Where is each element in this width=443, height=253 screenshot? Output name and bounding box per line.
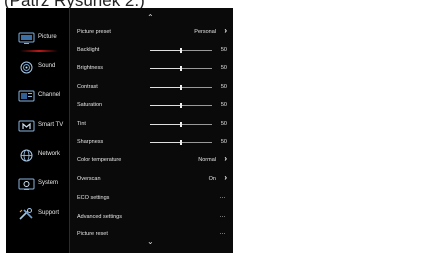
- slider-handle[interactable]: [180, 122, 182, 127]
- chevron-right-icon: ›: [224, 154, 227, 163]
- speaker-icon: [18, 61, 35, 74]
- setting-value: Normal: [198, 157, 216, 163]
- sidebar-item-picture[interactable]: Picture: [6, 29, 65, 52]
- sidebar-item-channel[interactable]: Channel: [6, 87, 65, 109]
- sidebar-item-label: System: [38, 180, 59, 186]
- sidebar-item-label: Picture: [38, 34, 57, 40]
- support-tools-icon: [18, 208, 35, 221]
- slider-track[interactable]: [150, 66, 212, 71]
- setting-row-contrast[interactable]: Contrast 50: [70, 80, 233, 98]
- setting-value: Personal: [194, 29, 216, 35]
- setting-label: Contrast: [77, 84, 98, 90]
- setting-row-color-temperature[interactable]: Color temperature Normal ›: [70, 153, 233, 171]
- slider-value: 50: [220, 84, 227, 90]
- sidebar-item-label: Smart TV: [38, 122, 64, 128]
- settings-sidebar: Picture Sound Channel Smart TV Network S…: [6, 8, 65, 253]
- slider-handle[interactable]: [180, 48, 182, 53]
- picture-icon: [18, 32, 35, 45]
- slider-fill: [150, 50, 181, 51]
- channel-icon: [18, 90, 35, 103]
- sidebar-item-smart-tv[interactable]: Smart TV: [6, 117, 65, 139]
- chevron-right-icon: ›: [224, 173, 227, 182]
- sidebar-item-label: Channel: [38, 92, 61, 98]
- sidebar-item-label: Network: [38, 151, 61, 157]
- slider-value: 50: [220, 121, 227, 127]
- setting-row-eco-settings[interactable]: ECO settings ...: [70, 191, 233, 209]
- setting-label: Color temperature: [77, 157, 122, 163]
- sidebar-item-support[interactable]: Support: [6, 205, 65, 227]
- scroll-up-chevron-icon[interactable]: ⌃: [147, 14, 154, 22]
- setting-label: Overscan: [77, 176, 101, 182]
- slider-track[interactable]: [150, 48, 212, 53]
- setting-row-backlight[interactable]: Backlight 50: [70, 43, 233, 61]
- setting-label: Backlight: [77, 47, 100, 53]
- setting-row-sharpness[interactable]: Sharpness 50: [70, 135, 233, 153]
- slider-value: 50: [220, 102, 227, 108]
- setting-value: On: [208, 176, 216, 182]
- setting-label: Sharpness: [77, 139, 104, 145]
- setting-label: ECO settings: [77, 195, 110, 201]
- chevron-right-icon: ›: [224, 26, 227, 35]
- sidebar-item-label: Sound: [38, 63, 56, 69]
- slider-fill: [150, 87, 181, 88]
- picture-settings-panel: ⌃ Picture preset Personal › Backlight 50…: [70, 8, 233, 253]
- setting-row-saturation[interactable]: Saturation 50: [70, 98, 233, 116]
- slider-fill: [150, 142, 181, 143]
- slider-track[interactable]: [150, 140, 212, 145]
- slider-fill: [150, 105, 181, 106]
- sidebar-item-sound[interactable]: Sound: [6, 58, 65, 80]
- slider-track[interactable]: [150, 85, 212, 90]
- slider-value: 50: [220, 47, 227, 53]
- setting-row-overscan[interactable]: Overscan On ›: [70, 172, 233, 190]
- slider-track[interactable]: [150, 122, 212, 127]
- sidebar-item-label: Support: [38, 210, 60, 216]
- globe-icon: [18, 149, 35, 162]
- system-icon: [18, 178, 35, 191]
- slider-track[interactable]: [150, 103, 212, 108]
- slider-handle[interactable]: [180, 140, 182, 145]
- slider-value: 50: [220, 139, 227, 145]
- setting-label: Picture preset: [77, 29, 111, 35]
- more-dots-icon: ...: [219, 230, 226, 236]
- setting-label: Brightness: [77, 65, 103, 71]
- setting-label: Picture reset: [77, 231, 108, 237]
- setting-row-brightness[interactable]: Brightness 50: [70, 61, 233, 79]
- setting-label: Saturation: [77, 102, 103, 108]
- more-dots-icon: ...: [219, 213, 226, 219]
- setting-row-tint[interactable]: Tint 50: [70, 117, 233, 135]
- more-dots-icon: ...: [219, 194, 226, 200]
- slider-fill: [150, 68, 181, 69]
- sidebar-item-system[interactable]: System: [6, 175, 65, 197]
- slider-handle[interactable]: [180, 85, 182, 90]
- setting-row-picture-preset[interactable]: Picture preset Personal ›: [70, 25, 233, 43]
- slider-handle[interactable]: [180, 66, 182, 71]
- active-indicator: [20, 50, 58, 52]
- tv-settings-screen: Picture Sound Channel Smart TV Network S…: [6, 8, 233, 253]
- slider-fill: [150, 124, 181, 125]
- slider-value: 50: [220, 65, 227, 71]
- smart-tv-icon: [18, 120, 35, 133]
- setting-label: Tint: [77, 121, 86, 127]
- slider-handle[interactable]: [180, 103, 182, 108]
- setting-label: Advanced settings: [77, 214, 122, 220]
- scroll-down-chevron-icon[interactable]: ⌄: [147, 238, 154, 246]
- sidebar-item-network[interactable]: Network: [6, 146, 65, 168]
- setting-row-advanced-settings[interactable]: Advanced settings ...: [70, 210, 233, 228]
